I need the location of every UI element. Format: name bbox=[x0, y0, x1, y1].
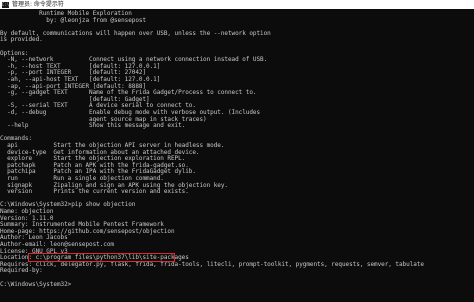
console-line: version Prints the current version and e… bbox=[0, 188, 189, 196]
command-prompt-window: C:\ 管理员: 命令提示符 Runtime Mobile Exploratio… bbox=[0, 0, 474, 302]
console-line: C:\Windows\System32> bbox=[0, 280, 72, 288]
console-line: Required-by: bbox=[0, 267, 43, 275]
console-line: is provided. bbox=[0, 36, 43, 44]
console-line: --help Show this message and exit. bbox=[0, 122, 186, 130]
console-line: by: @leonjza from @sensepost bbox=[0, 16, 147, 24]
window-title: 管理员: 命令提示符 bbox=[12, 1, 64, 8]
title-bar[interactable]: C:\ 管理员: 命令提示符 bbox=[0, 0, 474, 9]
console-app-icon: C:\ bbox=[1, 1, 10, 8]
location-highlight-box bbox=[28, 253, 175, 263]
